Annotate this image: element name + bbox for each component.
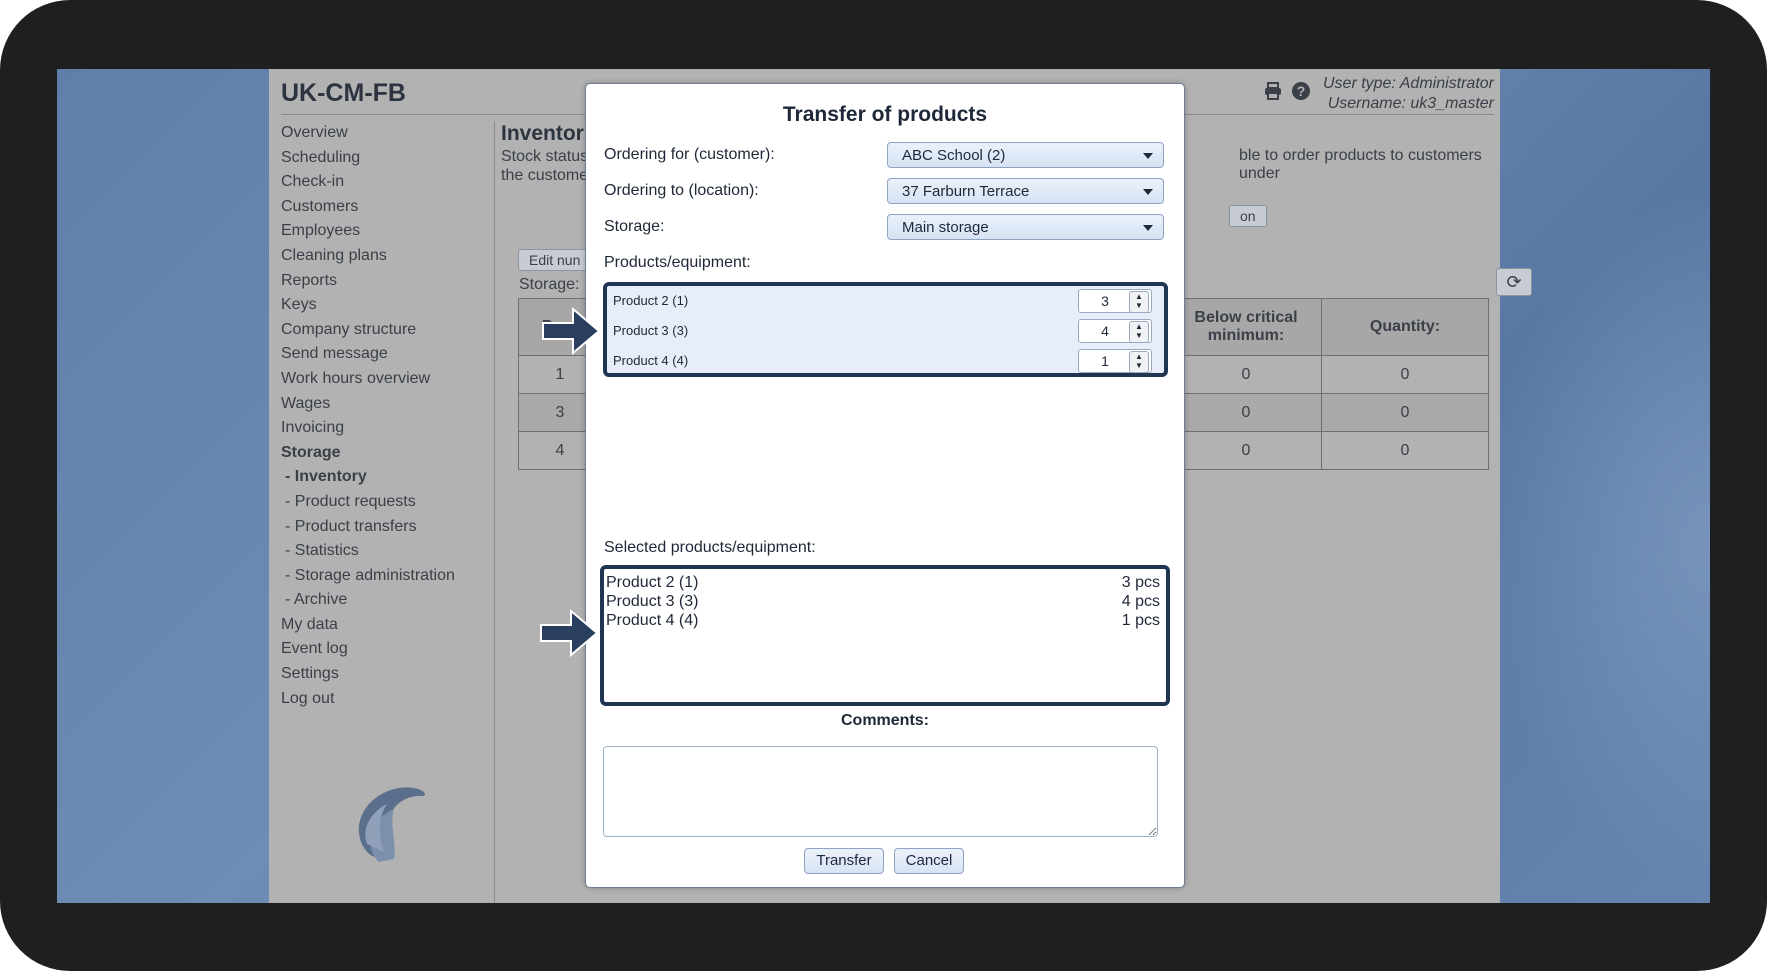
- nav-item-send-message[interactable]: Send message: [281, 342, 455, 367]
- bg-table-header: Quantity:: [1321, 298, 1489, 356]
- storage-select-value: Main storage: [902, 219, 989, 236]
- selected-item: Product 3 (3) 4 pcs: [606, 592, 1160, 611]
- help-icon[interactable]: ?: [1292, 82, 1310, 100]
- select-caret-icon: [1143, 225, 1153, 231]
- selected-item-qty: 3 pcs: [1121, 574, 1160, 591]
- product-row: Product 3 (3) 4 ▲ ▼: [613, 317, 1158, 345]
- header-icons: ?: [1263, 81, 1310, 101]
- device-frame: UK-CM-FB ? User type: Administrator User…: [0, 0, 1767, 971]
- user-type: User type: Administrator: [1322, 75, 1494, 92]
- location-label: Ordering to (location):: [604, 182, 759, 199]
- nav-item-statistics[interactable]: - Statistics: [281, 539, 455, 564]
- dialog-title: Transfer of products: [782, 103, 988, 126]
- username: Username: uk3_master: [1327, 95, 1494, 112]
- app-title: UK-CM-FB: [281, 79, 406, 107]
- spinner-icon[interactable]: ▲ ▼: [1129, 321, 1149, 343]
- nav-item-inventory[interactable]: - Inventory: [281, 465, 455, 490]
- selected-item: Product 2 (1) 3 pcs: [606, 573, 1160, 592]
- spinner-icon[interactable]: ▲ ▼: [1129, 351, 1149, 373]
- product-row: Product 2 (1) 3 ▲ ▼: [613, 287, 1158, 315]
- arrow-right-icon: [540, 608, 599, 658]
- selected-item-qty: 1 pcs: [1121, 612, 1160, 629]
- logo-icon: [358, 787, 425, 862]
- nav-item-product-requests[interactable]: - Product requests: [281, 490, 455, 515]
- nav-item-keys[interactable]: Keys: [281, 293, 455, 318]
- bg-table-cell: 0: [1321, 431, 1489, 470]
- selected-item-name: Product 2 (1): [606, 574, 699, 591]
- nav-item-storage-administration[interactable]: - Storage administration: [281, 564, 455, 589]
- product-row: Product 4 (4) 1 ▲ ▼: [613, 347, 1158, 375]
- nav-item-check-in[interactable]: Check-in: [281, 170, 455, 195]
- nav-item-log-out[interactable]: Log out: [281, 687, 455, 712]
- quantity-value[interactable]: 4: [1079, 320, 1131, 342]
- bg-table-cell: 0: [1321, 393, 1489, 432]
- user-info: User type: Administrator Username: uk3_m…: [1323, 74, 1494, 114]
- nav-item-company-structure[interactable]: Company structure: [281, 318, 455, 343]
- select-caret-icon: [1143, 153, 1153, 159]
- bg-table-header: Below critical minimum:: [1170, 298, 1322, 356]
- selected-label: Selected products/equipment:: [604, 539, 816, 556]
- print-icon[interactable]: [1263, 81, 1283, 101]
- selected-item-name: Product 4 (4): [606, 612, 699, 629]
- nav-item-storage[interactable]: Storage: [281, 441, 455, 466]
- bg-table-cell: 0: [1321, 355, 1489, 394]
- location-select-value: 37 Farburn Terrace: [902, 183, 1030, 200]
- nav-item-overview[interactable]: Overview: [281, 121, 455, 146]
- bg-edit-button[interactable]: Edit nun: [518, 249, 592, 271]
- selected-list: Product 2 (1) 3 pcs Product 3 (3) 4 pcs …: [600, 565, 1170, 706]
- quantity-stepper[interactable]: 1 ▲ ▼: [1078, 349, 1152, 373]
- customer-label: Ordering for (customer):: [604, 146, 775, 163]
- bg-description-right: ble to order products to customers under: [1239, 147, 1482, 182]
- bg-storage-label: Storage:: [519, 276, 580, 293]
- nav-item-work-hours-overview[interactable]: Work hours overview: [281, 367, 455, 392]
- selected-item-name: Product 3 (3): [606, 593, 699, 610]
- product-name: Product 2 (1): [613, 293, 689, 308]
- arrow-right-icon: [542, 306, 601, 356]
- product-name: Product 4 (4): [613, 353, 689, 368]
- refresh-icon[interactable]: ⟳: [1496, 268, 1532, 296]
- nav-item-reports[interactable]: Reports: [281, 269, 455, 294]
- storage-select[interactable]: Main storage: [887, 214, 1164, 240]
- bg-table-cell: 0: [1170, 393, 1322, 432]
- select-caret-icon: [1143, 189, 1153, 195]
- nav-item-scheduling[interactable]: Scheduling: [281, 146, 455, 171]
- bg-page-title: Inventor: [501, 122, 584, 145]
- nav-item-wages[interactable]: Wages: [281, 392, 455, 417]
- comments-label: Comments:: [840, 712, 929, 729]
- quantity-stepper[interactable]: 4 ▲ ▼: [1078, 319, 1152, 343]
- customer-select-value: ABC School (2): [902, 147, 1006, 164]
- nav-item-employees[interactable]: Employees: [281, 219, 455, 244]
- bg-other-button[interactable]: on: [1229, 205, 1267, 227]
- transfer-button[interactable]: Transfer: [804, 848, 884, 874]
- quantity-value[interactable]: 1: [1079, 350, 1131, 372]
- bg-table-cell: 0: [1170, 355, 1322, 394]
- nav-item-event-log[interactable]: Event log: [281, 637, 455, 662]
- sidebar-nav: Overview Scheduling Check-in Customers E…: [281, 121, 455, 711]
- selected-item-qty: 4 pcs: [1121, 593, 1160, 610]
- quantity-value[interactable]: 3: [1079, 290, 1131, 312]
- nav-item-archive[interactable]: - Archive: [281, 588, 455, 613]
- nav-item-settings[interactable]: Settings: [281, 662, 455, 687]
- nav-item-customers[interactable]: Customers: [281, 195, 455, 220]
- product-name: Product 3 (3): [613, 323, 689, 338]
- nav-item-invoicing[interactable]: Invoicing: [281, 416, 455, 441]
- cancel-button[interactable]: Cancel: [894, 848, 964, 874]
- comments-field[interactable]: [603, 746, 1158, 837]
- selected-item: Product 4 (4) 1 pcs: [606, 611, 1160, 630]
- storage-label: Storage:: [604, 218, 665, 235]
- bg-table-cell: 0: [1170, 431, 1322, 470]
- transfer-dialog: Transfer of products Ordering for (custo…: [585, 83, 1185, 888]
- quantity-stepper[interactable]: 3 ▲ ▼: [1078, 289, 1152, 313]
- nav-item-cleaning-plans[interactable]: Cleaning plans: [281, 244, 455, 269]
- nav-item-my-data[interactable]: My data: [281, 613, 455, 638]
- sidebar-divider: [494, 121, 495, 903]
- spinner-icon[interactable]: ▲ ▼: [1129, 291, 1149, 313]
- location-select[interactable]: 37 Farburn Terrace: [887, 178, 1164, 204]
- products-label: Products/equipment:: [604, 254, 751, 271]
- products-list: Product 2 (1) 3 ▲ ▼ Product 3 (3) 4 ▲ ▼ Pr…: [603, 282, 1168, 377]
- nav-item-product-transfers[interactable]: - Product transfers: [281, 515, 455, 540]
- customer-select[interactable]: ABC School (2): [887, 142, 1164, 168]
